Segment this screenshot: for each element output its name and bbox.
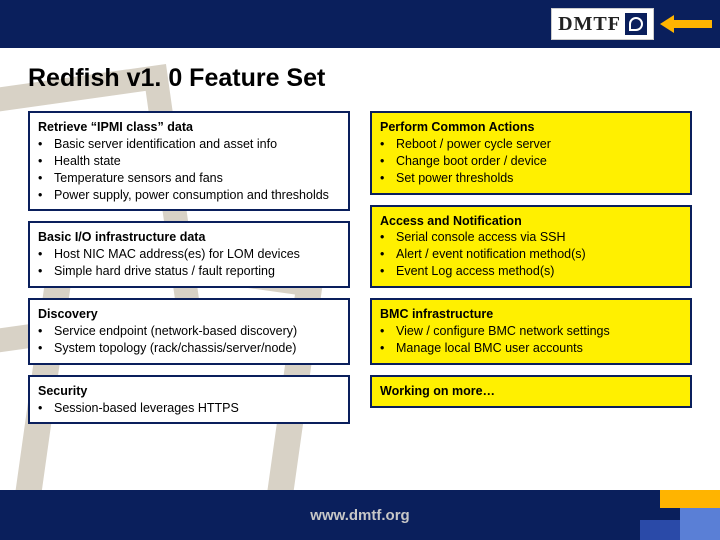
box-title: Perform Common Actions xyxy=(380,119,682,136)
list-item: •Simple hard drive status / fault report… xyxy=(38,263,340,280)
header-bar: DMTF xyxy=(0,0,720,48)
feature-box: Working on more… xyxy=(370,375,692,408)
logo-icon xyxy=(625,13,647,35)
list-item: •Reboot / power cycle server xyxy=(380,136,682,153)
box-title: Working on more… xyxy=(380,383,682,400)
feature-box: Discovery •Service endpoint (network-bas… xyxy=(28,298,350,365)
feature-box: Perform Common Actions •Reboot / power c… xyxy=(370,111,692,195)
columns: Retrieve “IPMI class” data •Basic server… xyxy=(28,111,692,424)
box-title: Security xyxy=(38,383,340,400)
feature-box: BMC infrastructure •View / configure BMC… xyxy=(370,298,692,365)
feature-box: Basic I/O infrastructure data •Host NIC … xyxy=(28,221,350,288)
list-item: •Health state xyxy=(38,153,340,170)
box-title: Basic I/O infrastructure data xyxy=(38,229,340,246)
list-item: •Basic server identification and asset i… xyxy=(38,136,340,153)
box-title: Access and Notification xyxy=(380,213,682,230)
list-item: •Session-based leverages HTTPS xyxy=(38,400,340,417)
feature-box: Security •Session-based leverages HTTPS xyxy=(28,375,350,425)
right-column: Perform Common Actions •Reboot / power c… xyxy=(370,111,692,424)
list-item: •Set power thresholds xyxy=(380,170,682,187)
box-title: Retrieve “IPMI class” data xyxy=(38,119,340,136)
list-item: •Manage local BMC user accounts xyxy=(380,340,682,357)
list-item: •Power supply, power consumption and thr… xyxy=(38,187,340,204)
arrow-left-icon xyxy=(660,13,712,35)
box-title: BMC infrastructure xyxy=(380,306,682,323)
feature-box: Retrieve “IPMI class” data •Basic server… xyxy=(28,111,350,211)
logo: DMTF xyxy=(551,8,654,40)
logo-text: DMTF xyxy=(558,13,621,36)
footer-bar: www.dmtf.org xyxy=(0,490,720,540)
slide-content: Redfish v1. 0 Feature Set Retrieve “IPMI… xyxy=(0,48,720,490)
slide-title: Redfish v1. 0 Feature Set xyxy=(28,64,692,93)
list-item: •System topology (rack/chassis/server/no… xyxy=(38,340,340,357)
list-item: •Alert / event notification method(s) xyxy=(380,246,682,263)
list-item: •Serial console access via SSH xyxy=(380,229,682,246)
list-item: •Change boot order / device xyxy=(380,153,682,170)
list-item: •Temperature sensors and fans xyxy=(38,170,340,187)
left-column: Retrieve “IPMI class” data •Basic server… xyxy=(28,111,350,424)
list-item: •View / configure BMC network settings xyxy=(380,323,682,340)
feature-box: Access and Notification •Serial console … xyxy=(370,205,692,289)
list-item: •Host NIC MAC address(es) for LOM device… xyxy=(38,246,340,263)
list-item: •Service endpoint (network-based discove… xyxy=(38,323,340,340)
list-item: •Event Log access method(s) xyxy=(380,263,682,280)
box-title: Discovery xyxy=(38,306,340,323)
footer-url: www.dmtf.org xyxy=(310,507,409,524)
footer-decor xyxy=(610,490,720,540)
